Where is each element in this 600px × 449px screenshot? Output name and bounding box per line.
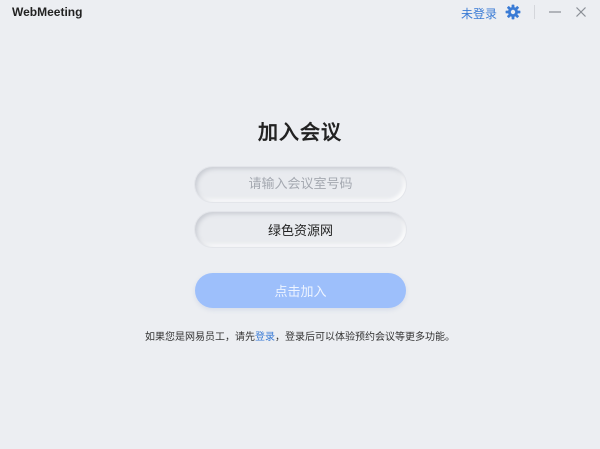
close-icon[interactable] bbox=[573, 4, 589, 20]
hint-prefix: 如果您是网易员工，请先 bbox=[145, 332, 255, 343]
hint-suffix: ，登录后可以体验预约会议等更多功能。 bbox=[275, 332, 455, 343]
gear-icon[interactable] bbox=[505, 4, 521, 20]
meeting-id-input[interactable] bbox=[195, 167, 406, 202]
app-title: WebMeeting bbox=[12, 5, 83, 19]
minimize-icon[interactable] bbox=[547, 4, 563, 20]
login-hint: 如果您是网易员工，请先登录，登录后可以体验预约会议等更多功能。 bbox=[0, 328, 600, 343]
display-name-input[interactable] bbox=[195, 212, 406, 247]
login-status-link[interactable]: 未登录 bbox=[461, 5, 497, 22]
title-bar: WebMeeting 未登录 bbox=[0, 0, 600, 26]
hint-login-link[interactable]: 登录 bbox=[255, 332, 275, 343]
join-button[interactable]: 点击加入 bbox=[195, 273, 406, 308]
title-bar-divider bbox=[534, 5, 535, 19]
page-title: 加入会议 bbox=[258, 120, 342, 144]
